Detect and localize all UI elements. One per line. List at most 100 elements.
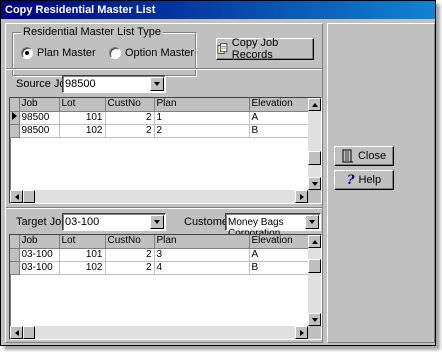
copy-job-records-button[interactable]: Copy Job Records xyxy=(216,37,314,61)
target-col-lot[interactable]: Lot xyxy=(59,235,106,249)
target-col-plan[interactable]: Plan xyxy=(154,235,250,249)
scroll-thumb[interactable] xyxy=(308,151,321,165)
target-col-job[interactable]: Job xyxy=(19,235,60,249)
scroll-thumb[interactable] xyxy=(308,259,321,273)
cell-elevation[interactable]: B xyxy=(249,261,310,275)
scroll-thumb[interactable] xyxy=(23,326,35,339)
cell-plan[interactable]: 4 xyxy=(154,261,250,275)
cell-elevation[interactable]: B xyxy=(249,124,310,138)
source-col-job[interactable]: Job xyxy=(19,98,60,112)
target-grid[interactable]: Job Lot CustNo Plan Elevation 03-100 101… xyxy=(9,234,322,340)
list-type-legend: Residential Master List Type xyxy=(21,26,163,38)
cell-custno[interactable]: 2 xyxy=(105,124,155,138)
cell-lot[interactable]: 102 xyxy=(59,124,106,138)
separator-middle xyxy=(6,207,322,209)
target-header-row: Job Lot CustNo Plan Elevation xyxy=(10,235,310,249)
source-job-value: 98500 xyxy=(65,78,96,90)
help-button[interactable]: ? Help xyxy=(334,170,394,190)
plan-master-radio[interactable]: Plan Master xyxy=(21,47,96,59)
target-col-elevation[interactable]: Elevation xyxy=(249,235,310,249)
arrow-up-icon xyxy=(311,239,318,244)
arrow-right-icon xyxy=(299,193,304,200)
table-row[interactable]: 03-100 101 2 3 A xyxy=(10,248,310,262)
source-col-plan[interactable]: Plan xyxy=(154,98,250,112)
source-header-row: Job Lot CustNo Plan Elevation xyxy=(10,98,310,112)
target-table: Job Lot CustNo Plan Elevation 03-100 101… xyxy=(10,235,310,275)
source-grid[interactable]: Job Lot CustNo Plan Elevation 98500 101 … xyxy=(9,97,322,204)
drop-down-arrow-icon xyxy=(309,220,315,224)
current-row-arrow-icon xyxy=(11,111,17,120)
cell-lot[interactable]: 101 xyxy=(59,111,106,125)
cell-elevation[interactable]: A xyxy=(249,111,310,125)
cell-plan[interactable]: 1 xyxy=(154,111,250,125)
scroll-right-button[interactable] xyxy=(295,326,308,339)
arrow-right-icon xyxy=(299,329,304,336)
scroll-thumb[interactable] xyxy=(23,190,35,203)
target-vertical-scrollbar[interactable] xyxy=(308,235,321,326)
scroll-right-button[interactable] xyxy=(295,190,308,203)
plan-master-radio-circle[interactable] xyxy=(21,47,33,59)
row-indicator[interactable] xyxy=(10,261,20,275)
target-header-indicator xyxy=(10,235,20,249)
option-master-label: Option Master xyxy=(125,47,195,59)
separator-top xyxy=(6,68,322,70)
cell-lot[interactable]: 102 xyxy=(59,261,106,275)
arrow-down-icon xyxy=(311,181,318,186)
arrow-left-icon xyxy=(14,193,19,200)
scroll-down-button[interactable] xyxy=(308,177,321,190)
scroll-up-button[interactable] xyxy=(308,235,321,248)
row-indicator[interactable] xyxy=(10,248,20,262)
table-row[interactable]: 03-100 102 2 4 B xyxy=(10,261,310,275)
drop-down-arrow-icon xyxy=(154,82,160,86)
cell-custno[interactable]: 2 xyxy=(105,261,155,275)
scrollbar-corner xyxy=(308,326,321,339)
scroll-left-button[interactable] xyxy=(10,326,23,339)
cell-job[interactable]: 03-100 xyxy=(19,248,60,262)
right-button-panel: Close ? Help xyxy=(327,23,435,343)
customer-dropdown-button[interactable] xyxy=(305,215,319,229)
target-col-custno[interactable]: CustNo xyxy=(105,235,155,249)
row-indicator[interactable] xyxy=(10,124,20,138)
drop-down-arrow-icon xyxy=(154,220,160,224)
option-master-radio-circle[interactable] xyxy=(109,47,121,59)
cell-plan[interactable]: 2 xyxy=(154,124,250,138)
plan-master-label: Plan Master xyxy=(37,47,96,59)
arrow-left-icon xyxy=(14,329,19,336)
source-col-lot[interactable]: Lot xyxy=(59,98,106,112)
question-mark-icon: ? xyxy=(346,172,355,188)
source-job-combo[interactable]: 98500 xyxy=(62,75,166,93)
main-panel: Residential Master List Type Plan Master… xyxy=(5,23,323,343)
arrow-up-icon xyxy=(311,102,318,107)
customer-combo[interactable]: Money Bags Corporation xyxy=(225,213,321,239)
cell-custno[interactable]: 2 xyxy=(105,248,155,262)
scrollbar-corner xyxy=(308,190,321,203)
source-vertical-scrollbar[interactable] xyxy=(308,98,321,190)
cell-plan[interactable]: 3 xyxy=(154,248,250,262)
table-row[interactable]: 98500 101 2 1 A xyxy=(10,111,310,125)
cell-lot[interactable]: 101 xyxy=(59,248,106,262)
row-indicator[interactable] xyxy=(10,111,20,125)
target-horizontal-scrollbar[interactable] xyxy=(10,326,308,339)
cell-elevation[interactable]: A xyxy=(249,248,310,262)
target-job-value: 03-100 xyxy=(65,216,100,228)
door-exit-icon xyxy=(342,149,353,163)
help-label: Help xyxy=(358,174,382,186)
close-button[interactable]: Close xyxy=(334,146,394,166)
target-job-combo[interactable]: 03-100 xyxy=(62,213,166,231)
option-master-radio[interactable]: Option Master xyxy=(109,47,194,59)
source-col-elevation[interactable]: Elevation xyxy=(249,98,310,112)
cell-job[interactable]: 03-100 xyxy=(19,261,60,275)
scroll-left-button[interactable] xyxy=(10,190,23,203)
scroll-up-button[interactable] xyxy=(308,98,321,111)
cell-job[interactable]: 98500 xyxy=(19,124,60,138)
source-job-dropdown-button[interactable] xyxy=(150,77,164,91)
cell-job[interactable]: 98500 xyxy=(19,111,60,125)
source-horizontal-scrollbar[interactable] xyxy=(10,190,308,203)
table-row[interactable]: 98500 102 2 2 B xyxy=(10,124,310,138)
scroll-down-button[interactable] xyxy=(308,313,321,326)
copy-residential-master-list-window: Copy Residential Master List Residential… xyxy=(0,0,436,346)
close-label: Close xyxy=(357,150,387,162)
source-col-custno[interactable]: CustNo xyxy=(105,98,155,112)
target-job-dropdown-button[interactable] xyxy=(150,215,164,229)
cell-custno[interactable]: 2 xyxy=(105,111,155,125)
